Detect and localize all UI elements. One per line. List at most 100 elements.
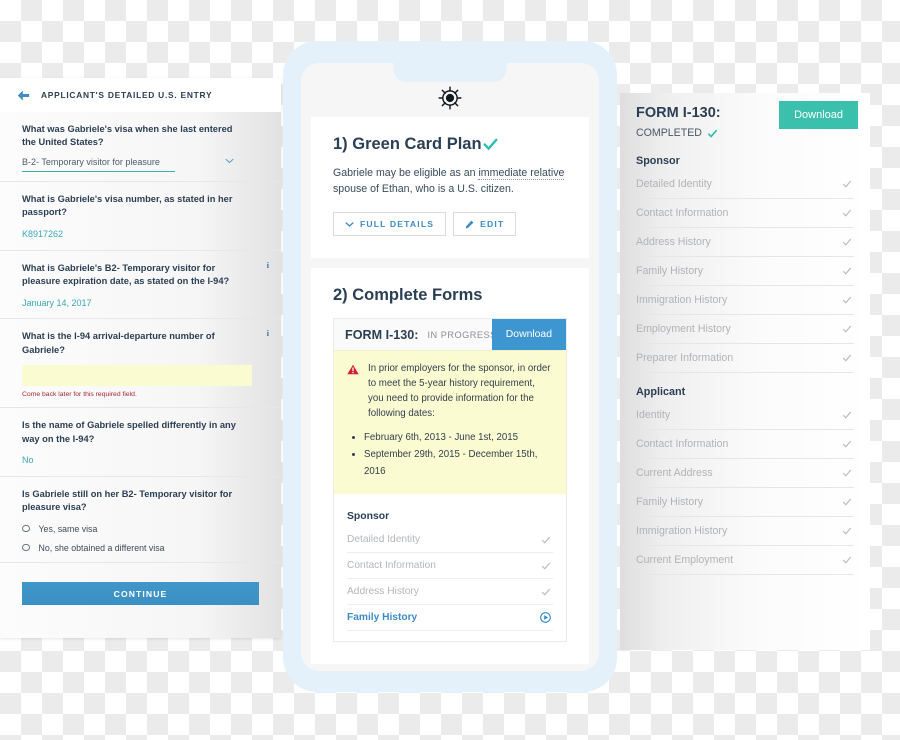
pencil-icon [465, 220, 474, 229]
radio-option-no[interactable]: No, she obtained a different visa [22, 543, 259, 553]
check-icon [842, 325, 852, 333]
right-row-applicant-family-history[interactable]: Family History [636, 488, 854, 517]
question-block: Is the name of Gabriele spelled differen… [0, 408, 281, 477]
right-row-applicant-immigration-history[interactable]: Immigration History [636, 517, 854, 546]
plan-desc-post: spouse of Ethan, who is a U.S. citizen. [333, 182, 514, 195]
right-row-label: Employment History [636, 323, 731, 335]
sponsor-heading: Sponsor [347, 511, 390, 523]
right-row-contact-information[interactable]: Contact Information [636, 199, 854, 228]
visa-type-select-value: B-2- Temporary visitor for pleasure [22, 156, 160, 167]
name-spelling-value[interactable]: No [22, 455, 259, 467]
question-block: What is Gabriele's visa number, as state… [0, 182, 281, 251]
right-row-immigration-history[interactable]: Immigration History [636, 286, 854, 315]
check-icon [842, 354, 852, 362]
right-section-heading-applicant: Applicant [636, 386, 686, 398]
i94-number-input[interactable] [22, 365, 252, 387]
chevron-down-icon [225, 158, 234, 164]
alert-date-list: February 6th, 2013 - June 1st, 2015 Sept… [347, 430, 553, 481]
right-row-applicant-contact-information[interactable]: Contact Information [636, 430, 854, 459]
right-row-preparer-information[interactable]: Preparer Information [636, 344, 854, 373]
right-row-label: Contact Information [636, 207, 729, 219]
check-icon [842, 527, 852, 535]
checklist-row-contact-information[interactable]: Contact Information [347, 553, 553, 580]
check-icon [541, 536, 551, 544]
select-underline [22, 170, 175, 172]
check-icon [842, 238, 852, 246]
right-row-identity[interactable]: Identity [636, 401, 854, 430]
full-details-button[interactable]: FULL DETAILS [333, 212, 447, 237]
radio-option-yes[interactable]: Yes, same visa [22, 524, 259, 534]
right-row-label: Preparer Information [636, 352, 734, 364]
plan-card-title-text: 1) Green Card Plan [333, 135, 482, 153]
radio-option-label: Yes, same visa [38, 523, 98, 534]
right-row-label: Immigration History [636, 294, 728, 306]
question-label: What is Gabriele's visa number, as state… [22, 193, 233, 218]
radio-option-label: No, she obtained a different visa [38, 542, 165, 553]
plan-card-title: 1) Green Card Plan [333, 135, 567, 154]
check-icon [842, 440, 852, 448]
plan-card-actions: FULL DETAILS EDIT [333, 212, 567, 237]
info-icon[interactable]: i [267, 261, 269, 270]
complete-forms-card: 2) Complete Forms FORM I-130: IN PROGRES… [311, 268, 589, 665]
visa-number-value[interactable]: K8917262 [22, 229, 259, 241]
check-icon [842, 296, 852, 304]
right-download-button[interactable]: Download [779, 101, 858, 129]
question-label: What is Gabriele's B2- Temporary visitor… [22, 262, 230, 287]
continue-button[interactable]: CONTINUE [22, 581, 259, 605]
field-error-message: Come back later for this required field. [22, 391, 137, 399]
question-label: What is the I-94 arrival-departure numbe… [22, 331, 215, 355]
phone-notch [393, 63, 507, 82]
radio-circle-icon [22, 543, 30, 552]
right-row-detailed-identity[interactable]: Detailed Identity [636, 170, 854, 199]
back-arrow-icon[interactable] [16, 88, 31, 103]
right-row-employment-history[interactable]: Employment History [636, 315, 854, 344]
alert-top-row: In prior employers for the sponsor, in o… [347, 362, 553, 421]
right-form-status-label: COMPLETED [636, 127, 702, 139]
checklist-label: Family History [347, 612, 418, 624]
edit-button[interactable]: EDIT [453, 212, 517, 237]
right-row-label: Contact Information [636, 438, 729, 450]
visa-expiration-value[interactable]: January 14, 2017 [22, 298, 259, 310]
form-i130-header: FORM I-130: IN PROGRESS Download [334, 319, 566, 351]
card-divider [301, 258, 599, 269]
question-block: i What is the I-94 arrival-departure num… [0, 319, 281, 409]
visa-type-select[interactable]: B-2- Temporary visitor for pleasure [22, 157, 250, 172]
form-i130-status: IN PROGRESS [427, 329, 497, 340]
right-row-current-employment[interactable]: Current Employment [636, 546, 854, 575]
check-icon [842, 469, 852, 477]
green-card-plan-card: 1) Green Card Plan Gabriele may be eligi… [311, 117, 589, 259]
right-row-label: Family History [636, 496, 704, 508]
right-form-panel: FORM I-130: COMPLETED Download Sponsor D… [620, 93, 870, 650]
right-row-label: Family History [636, 265, 704, 277]
right-row-address-history[interactable]: Address History [636, 228, 854, 257]
right-row-family-history[interactable]: Family History [636, 257, 854, 286]
form-download-button[interactable]: Download [491, 319, 566, 351]
info-icon[interactable]: i [267, 329, 269, 338]
phone-mockup: 1) Green Card Plan Gabriele may be eligi… [283, 41, 617, 692]
warning-triangle-icon [347, 365, 359, 375]
right-row-label: Detailed Identity [636, 178, 712, 190]
alert-message: In prior employers for the sponsor, in o… [368, 363, 551, 419]
question-block: i What is Gabriele's B2- Temporary visit… [0, 251, 281, 320]
checklist-label: Contact Information [347, 560, 436, 572]
right-row-label: Identity [636, 409, 671, 421]
full-details-label: FULL DETAILS [360, 219, 435, 230]
form-i130-box: FORM I-130: IN PROGRESS Download In prio… [333, 318, 567, 643]
checklist-row-address-history[interactable]: Address History [347, 579, 553, 606]
check-icon [842, 180, 852, 188]
check-icon [842, 267, 852, 275]
radio-circle-icon [22, 524, 30, 533]
check-icon [541, 562, 551, 570]
checklist-row-detailed-identity[interactable]: Detailed Identity [347, 527, 553, 554]
question-label: What was Gabriele's visa when she last e… [22, 124, 233, 148]
sponsor-checklist: Sponsor Detailed Identity Contact Inform… [334, 511, 566, 641]
left-panel-title: APPLICANT'S DETAILED U.S. ENTRY [41, 90, 213, 100]
check-icon [842, 498, 852, 506]
question-block: Is Gabriele still on her B2- Temporary v… [0, 477, 281, 563]
check-icon [842, 556, 852, 564]
right-row-current-address[interactable]: Current Address [636, 459, 854, 488]
right-row-label: Immigration History [636, 525, 728, 537]
immediate-relative-link[interactable]: immediate relative [478, 167, 565, 180]
alert-date-item: September 29th, 2015 - December 15th, 20… [364, 447, 553, 481]
checklist-row-family-history[interactable]: Family History [347, 605, 553, 632]
